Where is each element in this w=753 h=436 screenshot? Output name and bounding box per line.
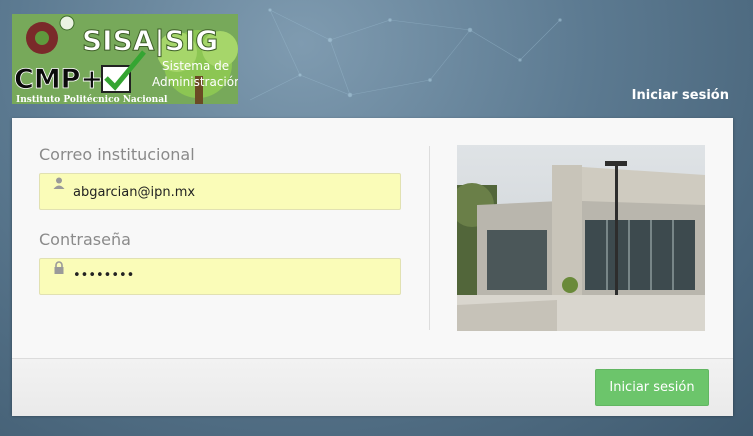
email-value: abgarcian@ipn.mx	[73, 185, 196, 200]
svg-text:Administración: Administración	[152, 75, 238, 89]
password-field[interactable]: ••••••••	[39, 258, 401, 295]
password-label: Contraseña	[39, 230, 131, 249]
login-card-body: Correo institucional abgarcian@ipn.mx Co…	[12, 118, 733, 358]
login-button[interactable]: Iniciar sesión	[595, 369, 709, 406]
svg-text:Instituto Politécnico Nacional: Instituto Politécnico Nacional	[16, 94, 168, 104]
sisa-sig-logo: SISA|SIG CMP+ Sistema de Administración …	[12, 14, 238, 104]
vertical-divider	[429, 146, 430, 330]
password-value: ••••••••	[73, 268, 135, 283]
login-card-footer: Iniciar sesión	[12, 358, 733, 416]
building-photo	[457, 145, 705, 331]
lock-icon	[54, 261, 64, 274]
email-field[interactable]: abgarcian@ipn.mx	[39, 173, 401, 210]
svg-text:Sistema de: Sistema de	[162, 59, 229, 73]
email-label: Correo institucional	[39, 145, 195, 164]
login-card: Correo institucional abgarcian@ipn.mx Co…	[12, 118, 733, 416]
user-icon	[53, 177, 65, 189]
svg-text:CMP+: CMP+	[14, 64, 103, 95]
page-title: Iniciar sesión	[631, 88, 729, 103]
svg-text:SISA|SIG: SISA|SIG	[82, 24, 218, 57]
